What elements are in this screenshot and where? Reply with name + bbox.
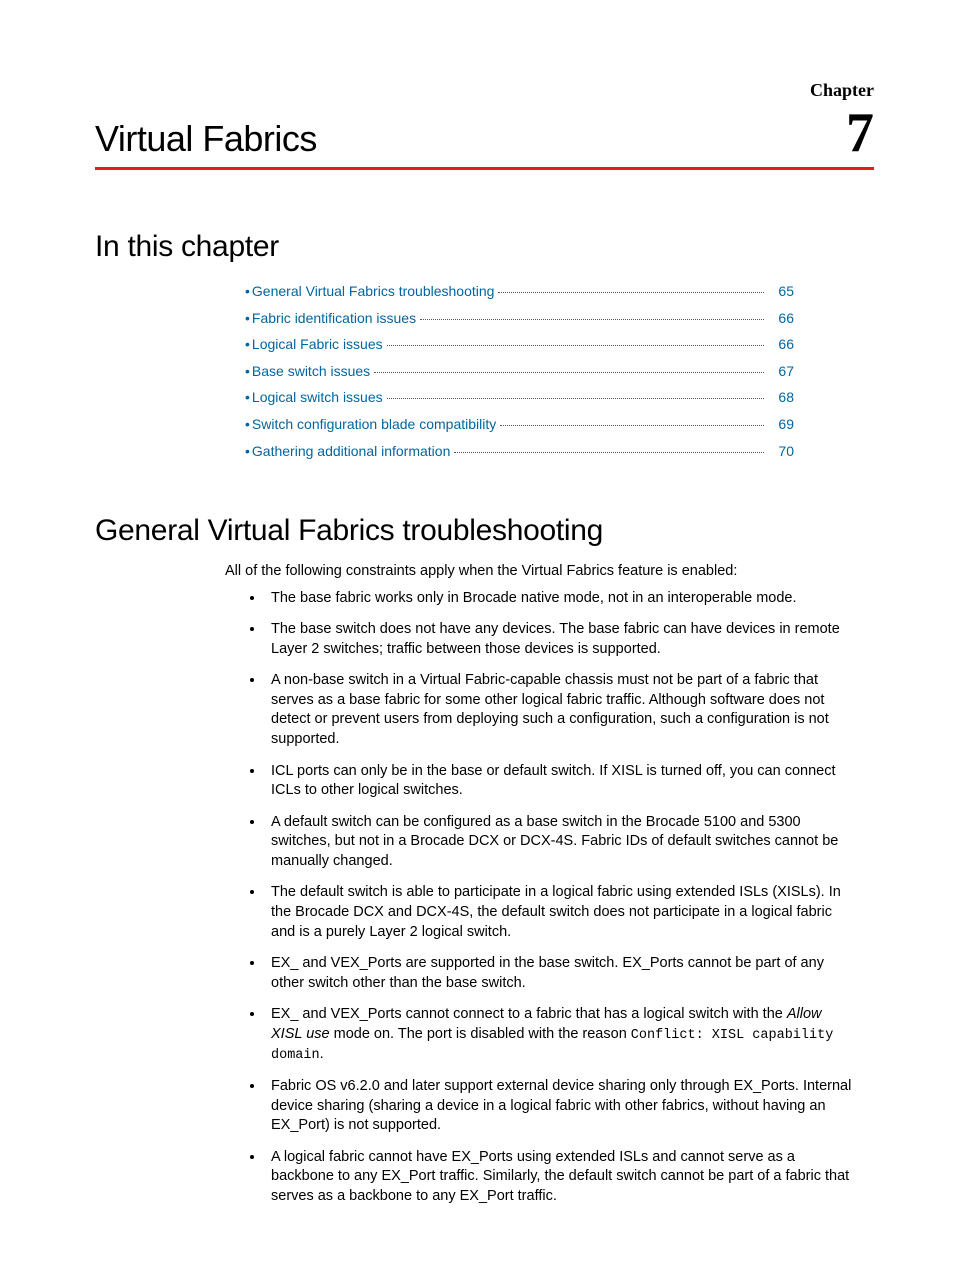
page: Chapter Virtual Fabrics 7 In this chapte… [0, 0, 954, 1279]
toc-heading: In this chapter [95, 230, 874, 264]
text: . [320, 1046, 324, 1062]
toc-page[interactable]: 66 [768, 331, 794, 358]
toc-leader [374, 372, 764, 373]
toc-link[interactable]: Gathering additional information [252, 438, 450, 465]
toc-leader [500, 425, 764, 426]
chapter-label: Chapter [95, 80, 874, 101]
title-rule [95, 167, 874, 170]
toc-leader [420, 319, 764, 320]
list-item: A default switch can be configured as a … [265, 813, 854, 872]
toc-leader [454, 452, 764, 453]
toc-item: • Gathering additional information 70 [245, 438, 794, 465]
toc-page[interactable]: 69 [768, 411, 794, 438]
section-heading: General Virtual Fabrics troubleshooting [95, 514, 874, 548]
toc-link[interactable]: Logical Fabric issues [252, 331, 383, 358]
list-item: The default switch is able to participat… [265, 883, 854, 942]
toc-item: • Switch configuration blade compatibili… [245, 411, 794, 438]
toc-item: • General Virtual Fabrics troubleshootin… [245, 278, 794, 305]
toc-page[interactable]: 66 [768, 305, 794, 332]
bullet-icon: • [245, 305, 250, 332]
toc: • General Virtual Fabrics troubleshootin… [245, 278, 794, 464]
list-item: ICL ports can only be in the base or def… [265, 762, 854, 801]
page-title: Virtual Fabrics [95, 118, 317, 160]
list-item: A non-base switch in a Virtual Fabric-ca… [265, 671, 854, 749]
toc-item: • Fabric identification issues 66 [245, 305, 794, 332]
bullet-icon: • [245, 438, 250, 465]
constraint-list: The base fabric works only in Brocade na… [265, 589, 854, 1207]
bullet-icon: • [245, 384, 250, 411]
toc-item: • Logical switch issues 68 [245, 384, 794, 411]
toc-item: • Logical Fabric issues 66 [245, 331, 794, 358]
title-row: Virtual Fabrics 7 [95, 105, 874, 161]
bullet-icon: • [245, 331, 250, 358]
text: mode on. The port is disabled with the r… [330, 1026, 631, 1042]
toc-leader [387, 398, 764, 399]
list-item: The base switch does not have any device… [265, 620, 854, 659]
toc-link[interactable]: Base switch issues [252, 358, 370, 385]
chapter-number: 7 [846, 105, 874, 161]
toc-leader [387, 345, 764, 346]
toc-page[interactable]: 68 [768, 384, 794, 411]
bullet-icon: • [245, 278, 250, 305]
bullet-icon: • [245, 411, 250, 438]
toc-link[interactable]: Fabric identification issues [252, 305, 416, 332]
list-item: The base fabric works only in Brocade na… [265, 589, 854, 609]
toc-link[interactable]: Logical switch issues [252, 384, 383, 411]
intro-text: All of the following constraints apply w… [225, 563, 874, 579]
list-item: EX_ and VEX_Ports cannot connect to a fa… [265, 1005, 854, 1065]
toc-page[interactable]: 70 [768, 438, 794, 465]
toc-leader [498, 292, 764, 293]
toc-page[interactable]: 67 [768, 358, 794, 385]
toc-link[interactable]: General Virtual Fabrics troubleshooting [252, 278, 495, 305]
toc-link[interactable]: Switch configuration blade compatibility [252, 411, 496, 438]
toc-item: • Base switch issues 67 [245, 358, 794, 385]
list-item: EX_ and VEX_Ports are supported in the b… [265, 954, 854, 993]
list-item: Fabric OS v6.2.0 and later support exter… [265, 1077, 854, 1136]
bullet-icon: • [245, 358, 250, 385]
toc-page[interactable]: 65 [768, 278, 794, 305]
text: EX_ and VEX_Ports cannot connect to a fa… [271, 1006, 787, 1022]
list-item: A logical fabric cannot have EX_Ports us… [265, 1148, 854, 1207]
